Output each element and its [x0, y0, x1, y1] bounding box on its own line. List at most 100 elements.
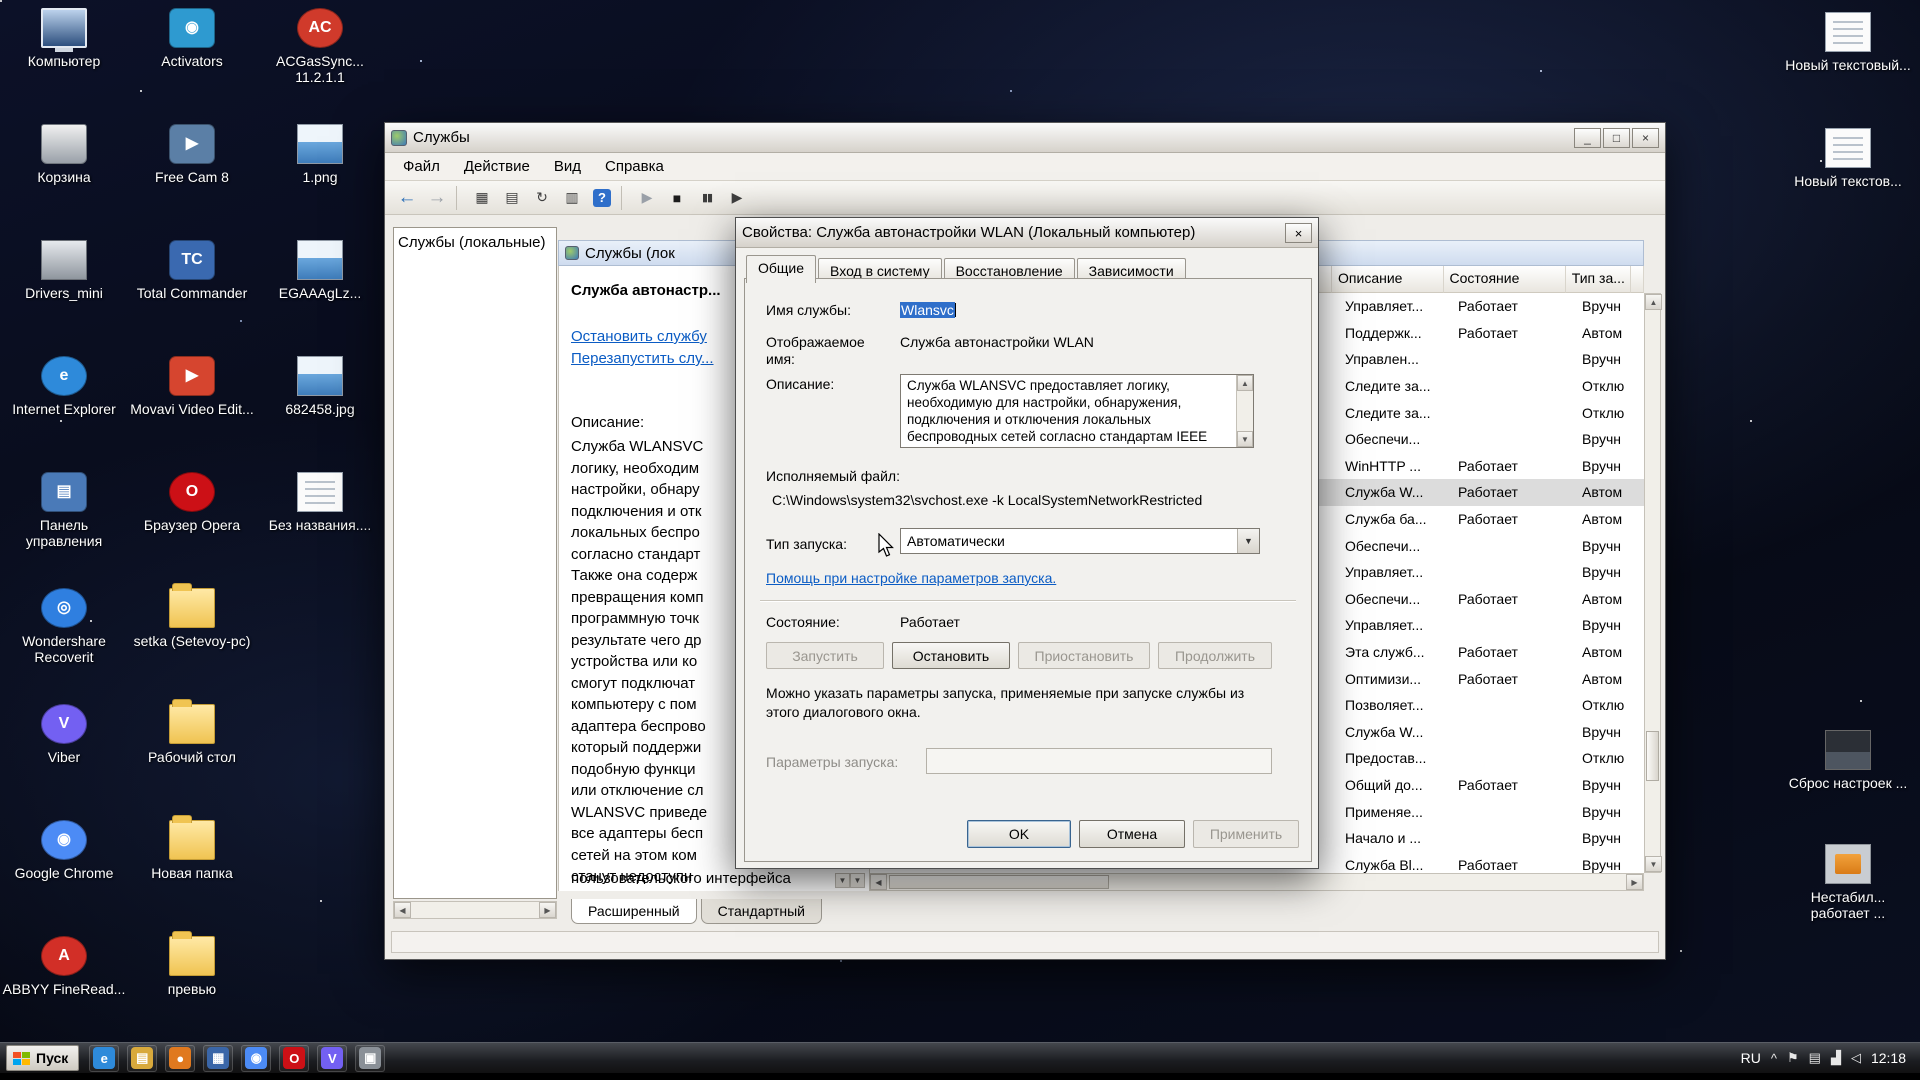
desktop-icon[interactable]: EGAAAgLz... [256, 234, 384, 350]
menu-item[interactable]: Вид [542, 155, 593, 178]
toolbar-button[interactable]: ▦ [468, 185, 496, 211]
restart-service-link[interactable]: Перезапустить слу... [571, 350, 714, 367]
toolbar-button[interactable]: ▶ [723, 185, 751, 211]
list-horizontal-scrollbar[interactable]: ◀ ▶ [869, 873, 1644, 891]
desktop-icon[interactable]: Нестабил... работает ... [1784, 844, 1912, 921]
column-header-description[interactable]: Описание [1332, 266, 1443, 293]
toolbar-button[interactable] [456, 186, 463, 210]
dialog-titlebar[interactable]: Свойства: Служба автонастройки WLAN (Лок… [736, 218, 1318, 248]
desktop-icon[interactable]: 1.png [256, 118, 384, 234]
desktop-icon[interactable]: Новый текстов... [1784, 128, 1912, 189]
desktop-icon[interactable]: Компьютер [0, 2, 128, 118]
taskbar-app-button[interactable]: V [317, 1045, 347, 1072]
column-header-status[interactable]: Состояние [1444, 266, 1566, 293]
ok-button[interactable]: OK [967, 820, 1071, 848]
service-name-value[interactable]: Wlansvc [900, 302, 956, 318]
scroll-down-icon[interactable]: ▼ [1645, 856, 1662, 872]
toolbar-button[interactable]: → [423, 185, 451, 211]
desktop-icon[interactable]: TC Total Commander [128, 234, 256, 350]
taskbar-app-button[interactable]: ▦ [203, 1045, 233, 1072]
startup-help-link[interactable]: Помощь при настройке параметров запуска. [766, 570, 1056, 586]
start-button[interactable]: Пуск [6, 1045, 79, 1071]
toolbar-button[interactable]: ▶ [633, 185, 661, 211]
dialog-close-button[interactable]: × [1285, 223, 1312, 243]
pause-button[interactable]: Приостановить [1018, 642, 1150, 669]
menu-item[interactable]: Действие [452, 155, 542, 178]
desktop-icon[interactable]: ◎ Wondershare Recoverit [0, 582, 128, 698]
clock[interactable]: 12:18 [1871, 1050, 1906, 1066]
scrollbar-thumb[interactable] [889, 875, 1109, 889]
resume-button[interactable]: Продолжить [1158, 642, 1272, 669]
close-button[interactable]: × [1632, 128, 1659, 148]
combobox-dropdown-icon[interactable]: ▼ [1237, 529, 1259, 553]
taskbar-app-button[interactable]: ▣ [355, 1045, 385, 1072]
desktop-icon[interactable]: Новая папка [128, 814, 256, 930]
desktop-icon[interactable]: ▶ Movavi Video Edit... [128, 350, 256, 466]
tree-item-services-local[interactable]: Службы (локальные) [394, 228, 556, 257]
scrollbar-thumb[interactable] [1646, 731, 1659, 781]
stop-button[interactable]: Остановить [892, 642, 1010, 669]
scroll-right-icon[interactable]: ▶ [539, 902, 556, 918]
desktop-icon[interactable]: Drivers_mini [0, 234, 128, 350]
tray-icon[interactable]: ^ [1771, 1051, 1777, 1066]
tray-icon[interactable]: ▟ [1831, 1050, 1841, 1066]
description-scroll-arrows[interactable]: ▼ ▼ [835, 873, 865, 888]
taskbar-app-button[interactable]: e [89, 1045, 119, 1072]
start-button[interactable]: Запустить [766, 642, 884, 669]
maximize-button[interactable]: □ [1603, 128, 1630, 148]
tray-icon[interactable]: ◁ [1851, 1050, 1861, 1066]
desktop-icon[interactable]: превью [128, 930, 256, 1046]
scroll-down-icon[interactable]: ▼ [835, 873, 850, 888]
list-vertical-scrollbar[interactable]: ▲ ▼ [1644, 293, 1661, 873]
toolbar-button[interactable]: ? [588, 185, 616, 211]
desktop-icon[interactable]: Рабочий стол [128, 698, 256, 814]
cancel-button[interactable]: Отмена [1079, 820, 1185, 848]
dialog-tab[interactable]: Общие [746, 255, 816, 283]
desktop-icon[interactable]: Без названия.... [256, 466, 384, 582]
stop-service-link[interactable]: Остановить службу [571, 328, 707, 345]
apply-button[interactable]: Применить [1193, 820, 1299, 848]
taskbar-app-button[interactable]: ▤ [127, 1045, 157, 1072]
tray-icon[interactable]: ▤ [1809, 1050, 1821, 1066]
tree-horizontal-scrollbar[interactable]: ◀ ▶ [393, 901, 557, 919]
description-textbox[interactable]: Служба WLANSVC предоставляет логику, нео… [900, 374, 1254, 448]
description-scrollbar[interactable]: ▲ ▼ [1236, 375, 1253, 447]
tray-icon[interactable]: ⚑ [1787, 1050, 1799, 1066]
menu-item[interactable]: Файл [391, 155, 452, 178]
toolbar-button[interactable]: ▥ [558, 185, 586, 211]
desktop-icon[interactable]: 682458.jpg [256, 350, 384, 466]
desktop-icon[interactable]: setka (Setevoy-pc) [128, 582, 256, 698]
desktop-icon[interactable]: O Браузер Opera [128, 466, 256, 582]
desktop-icon[interactable]: ◉ Google Chrome [0, 814, 128, 930]
toolbar-button[interactable] [621, 186, 628, 210]
desktop-icon[interactable]: Новый текстовый... [1784, 12, 1912, 73]
toolbar-button[interactable]: ▤ [498, 185, 526, 211]
scroll-left-icon[interactable]: ◀ [870, 874, 887, 890]
column-header-startup-type[interactable]: Тип за... [1566, 266, 1631, 293]
scroll-up-icon[interactable]: ▲ [1645, 294, 1662, 310]
desktop-icon[interactable]: V Viber [0, 698, 128, 814]
desktop-icon[interactable]: Корзина [0, 118, 128, 234]
desktop-icon[interactable]: Сброс настроек ... [1784, 730, 1912, 791]
taskbar-app-button[interactable]: ◉ [241, 1045, 271, 1072]
scroll-right-icon[interactable]: ▶ [1626, 874, 1643, 890]
services-window-titlebar[interactable]: Службы _ □ × [385, 123, 1665, 153]
language-indicator[interactable]: RU [1741, 1050, 1761, 1066]
desktop-icon[interactable]: e Internet Explorer [0, 350, 128, 466]
scroll-down-icon[interactable]: ▼ [1237, 431, 1253, 447]
desktop-icon[interactable]: ◉ Activators [128, 2, 256, 118]
toolbar-button[interactable]: ■ [663, 185, 691, 211]
minimize-button[interactable]: _ [1574, 128, 1601, 148]
view-tab[interactable]: Расширенный [571, 899, 697, 924]
scroll-up-icon[interactable]: ▲ [1237, 375, 1253, 391]
desktop-icon[interactable]: A ABBYY FineRead... [0, 930, 128, 1046]
toolbar-button[interactable]: ▮▮ [693, 185, 721, 211]
menu-item[interactable]: Справка [593, 155, 676, 178]
desktop-icon[interactable]: ▶ Free Cam 8 [128, 118, 256, 234]
toolbar-button[interactable]: ↻ [528, 185, 556, 211]
taskbar-app-button[interactable]: O [279, 1045, 309, 1072]
startup-type-combobox[interactable]: Автоматически ▼ [900, 528, 1260, 554]
view-tab[interactable]: Стандартный [701, 899, 822, 924]
scroll-down-icon[interactable]: ▼ [850, 873, 865, 888]
scroll-left-icon[interactable]: ◀ [394, 902, 411, 918]
